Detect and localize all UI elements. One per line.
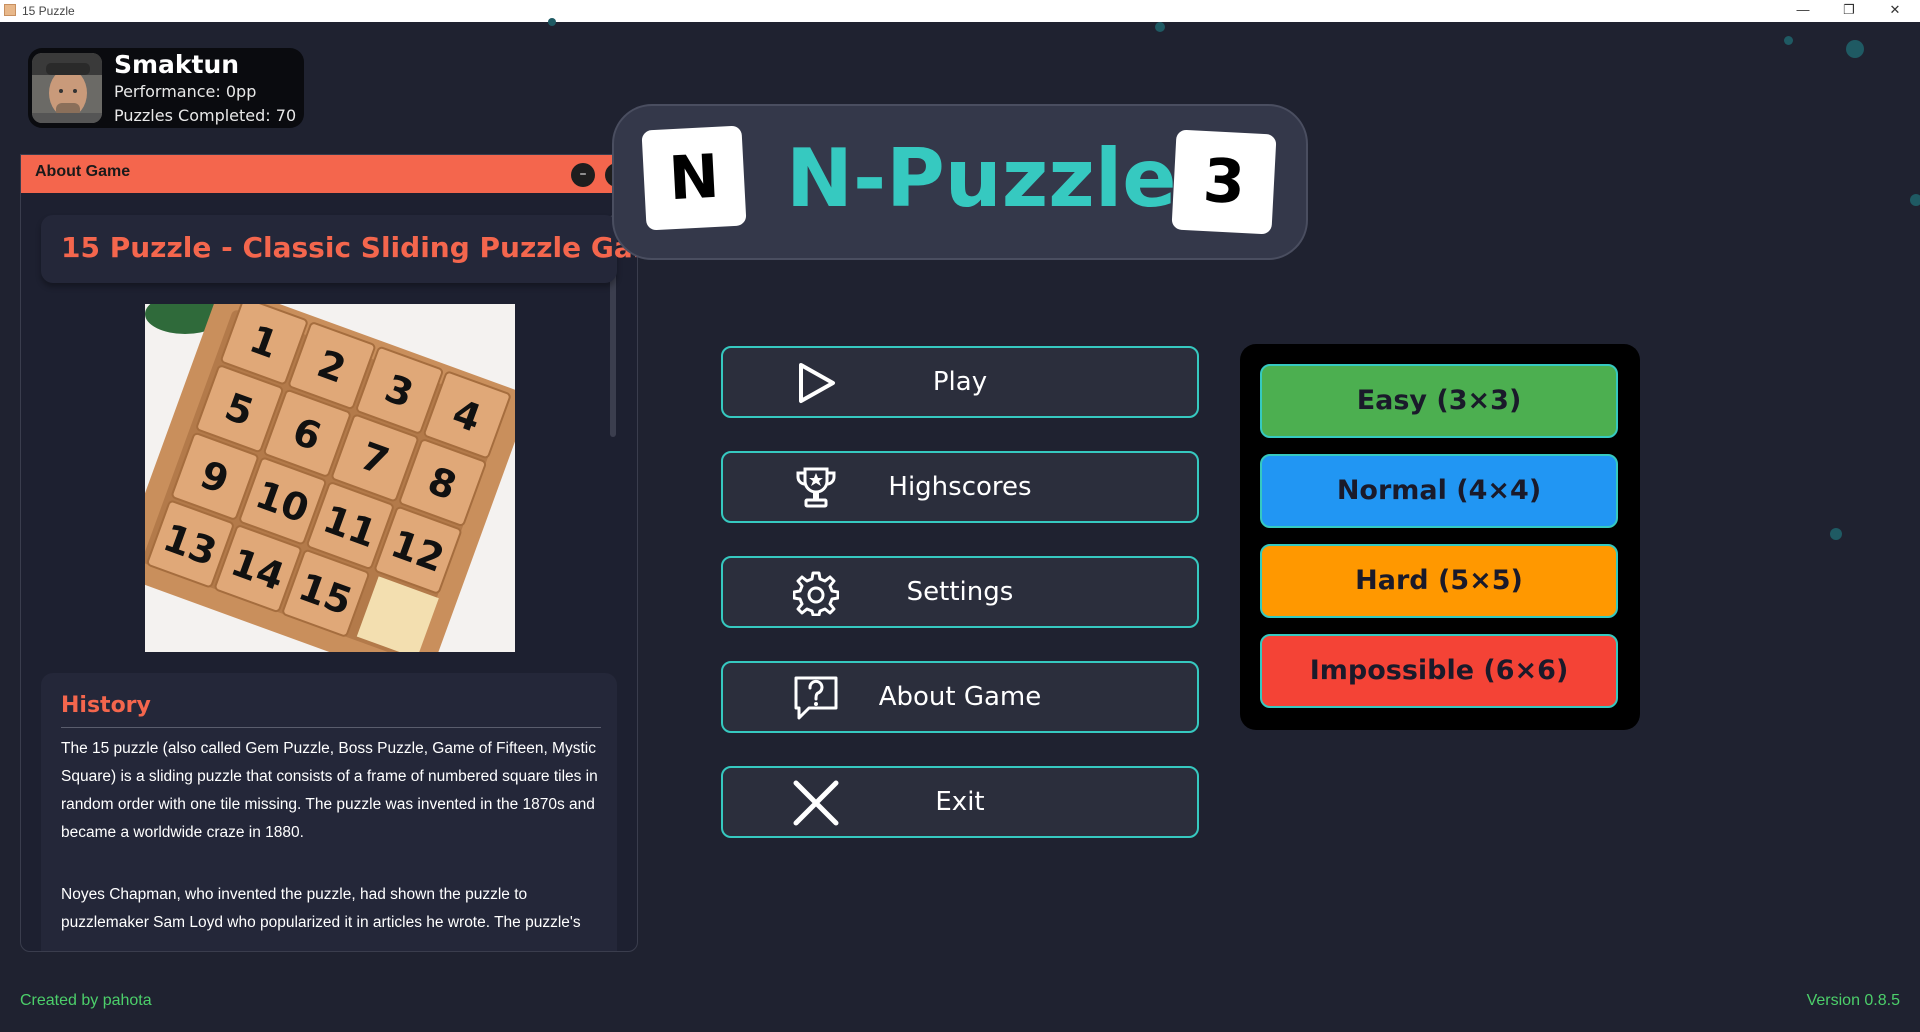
difficulty-impossible-button[interactable]: Impossible (6×6) xyxy=(1260,634,1618,708)
exit-label: Exit xyxy=(935,787,985,817)
history-paragraph-1: The 15 puzzle (also called Gem Puzzle, B… xyxy=(61,740,598,841)
highscores-label: Highscores xyxy=(888,472,1032,502)
about-game-label: About Game xyxy=(878,682,1042,712)
background-particle xyxy=(1910,194,1920,206)
background-particle xyxy=(1830,528,1842,540)
settings-label: Settings xyxy=(906,577,1014,607)
history-section: History The 15 puzzle (also called Gem P… xyxy=(41,673,617,951)
logo-tile-left: N xyxy=(641,125,747,231)
about-panel-title: About Game xyxy=(35,163,131,180)
window-titlebar: 15 Puzzle — ❐ ✕ xyxy=(0,0,1920,22)
about-game-panel: About Game – × 15 Puzzle - Classic Slidi… xyxy=(20,154,638,952)
credit-text: Created by pahota xyxy=(20,992,152,1009)
window-maximize-button[interactable]: ❐ xyxy=(1826,0,1872,22)
background-particle xyxy=(548,18,556,26)
settings-button[interactable]: Settings xyxy=(721,556,1199,628)
difficulty-easy-button[interactable]: Easy (3×3) xyxy=(1260,364,1618,438)
background-particle xyxy=(1784,36,1793,45)
game-title-card: 15 Puzzle - Classic Sliding Puzzle Game xyxy=(41,215,637,283)
window-title: 15 Puzzle xyxy=(22,4,75,18)
window-close-button[interactable]: ✕ xyxy=(1872,0,1918,22)
history-paragraph-2: Noyes Chapman, who invented the puzzle, … xyxy=(61,886,581,931)
version-text: Version 0.8.5 xyxy=(1806,992,1900,1009)
play-button[interactable]: Play xyxy=(721,346,1199,418)
game-logo: N N-Puzzle 3 xyxy=(612,104,1308,260)
background-particle xyxy=(1155,22,1165,32)
difficulty-panel: Easy (3×3) Normal (4×4) Hard (5×5) Impos… xyxy=(1240,344,1640,730)
background-particle xyxy=(1846,40,1864,58)
highscores-button[interactable]: Highscores xyxy=(721,451,1199,523)
profile-puzzles-completed: Puzzles Completed: 70 xyxy=(114,106,297,125)
logo-text: N-Puzzle xyxy=(786,132,1177,225)
play-label: Play xyxy=(932,367,988,397)
app-icon xyxy=(4,4,16,16)
difficulty-hard-button[interactable]: Hard (5×5) xyxy=(1260,544,1618,618)
avatar xyxy=(32,53,102,123)
puzzle-photo: 1 2 3 4 5 6 7 8 9 10 11 12 13 14 15 xyxy=(145,304,515,652)
about-game-button[interactable]: About Game xyxy=(721,661,1199,733)
panel-minimize-button[interactable]: – xyxy=(571,163,595,187)
logo-tile-right: 3 xyxy=(1171,129,1277,235)
profile-performance: Performance: 0pp xyxy=(114,82,257,101)
difficulty-normal-button[interactable]: Normal (4×4) xyxy=(1260,454,1618,528)
profile-name: Smaktun xyxy=(114,50,240,79)
window-minimize-button[interactable]: — xyxy=(1780,0,1826,22)
history-heading: History xyxy=(61,693,151,718)
game-title: 15 Puzzle - Classic Sliding Puzzle Game xyxy=(61,231,638,264)
divider xyxy=(61,727,601,728)
about-panel-header[interactable]: About Game – × xyxy=(21,155,637,193)
exit-button[interactable]: Exit xyxy=(721,766,1199,838)
profile-card[interactable]: Smaktun Performance: 0pp Puzzles Complet… xyxy=(28,48,304,128)
